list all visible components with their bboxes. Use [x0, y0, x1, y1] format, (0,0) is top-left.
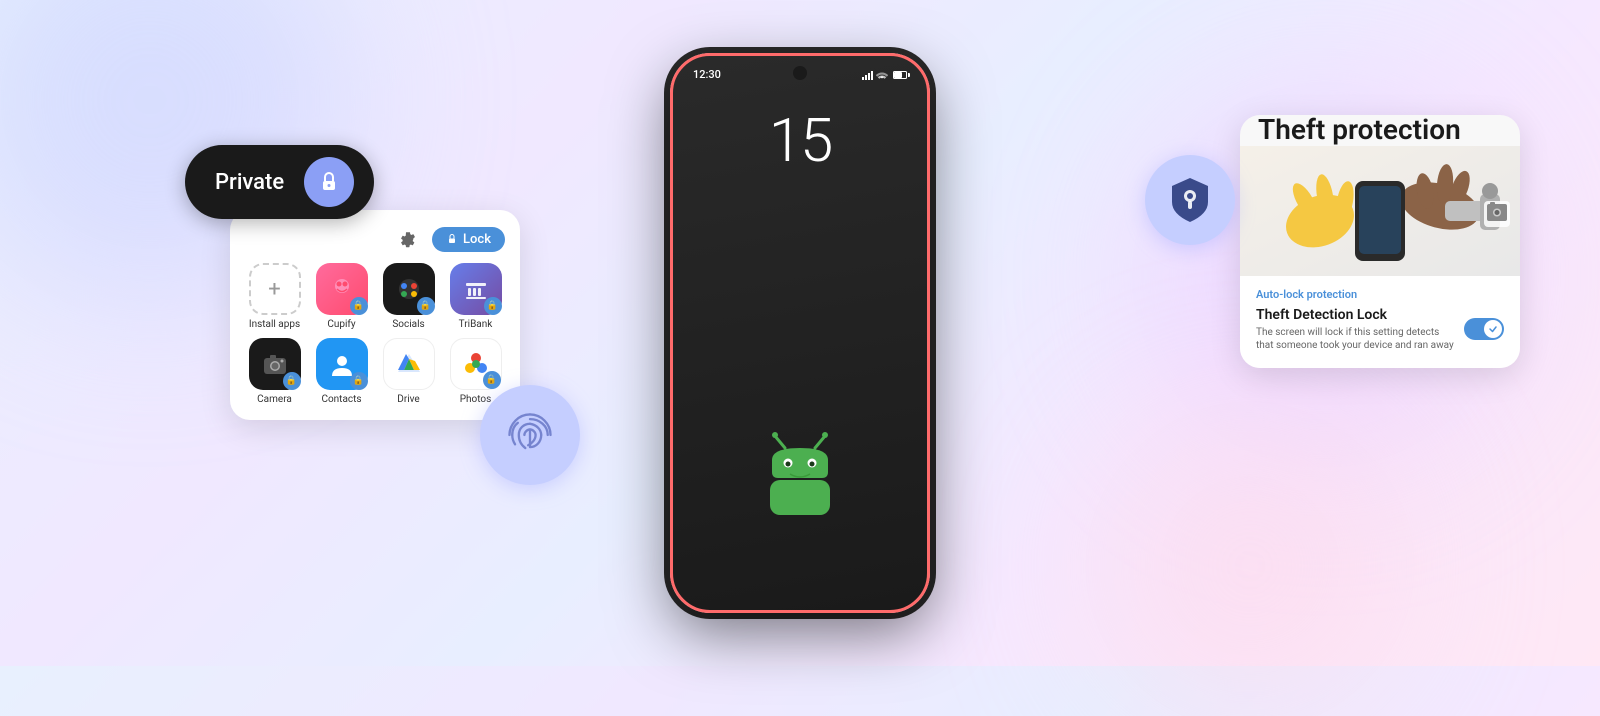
battery-icon: [893, 71, 907, 79]
security-badge: 🔒: [350, 372, 368, 390]
camera-icon: [261, 350, 289, 378]
tribank-icon-wrap: 🔒: [450, 263, 502, 315]
private-label: Private: [215, 170, 284, 195]
security-badge: 🔒: [283, 372, 301, 390]
detection-lock-title: Theft Detection Lock: [1256, 307, 1454, 323]
private-toggle-pill[interactable]: Private: [185, 145, 374, 219]
app-grid-card: Lock + Install apps 🔒 Cupify: [230, 210, 520, 420]
plus-icon: +: [268, 277, 280, 302]
list-item[interactable]: 🔒 Contacts: [312, 338, 371, 405]
security-badge: 🔒: [417, 297, 435, 315]
check-icon: [1488, 324, 1498, 334]
fingerprint-icon: [502, 407, 558, 463]
theft-protection-card: Theft protection: [1240, 115, 1520, 368]
phone-icons: [862, 70, 907, 80]
camera-icon-wrap: 🔒: [249, 338, 301, 390]
auto-lock-label: Auto-lock protection: [1256, 288, 1504, 301]
contacts-icon-wrap: 🔒: [316, 338, 368, 390]
list-item[interactable]: 🔒 Camera: [245, 338, 304, 405]
android-logo: [750, 430, 850, 510]
list-item[interactable]: 🔒 Socials: [379, 263, 438, 330]
signal-icon: [862, 70, 873, 80]
install-apps-icon: +: [249, 263, 301, 315]
app-label: Cupify: [327, 319, 355, 330]
gear-icon: [399, 230, 417, 248]
phone-body: 12:30 1: [670, 53, 930, 613]
app-label: Socials: [392, 319, 424, 330]
list-item[interactable]: 🔒 TriBank: [446, 263, 505, 330]
lock-button[interactable]: Lock: [432, 227, 505, 252]
theft-card-title: Theft protection: [1240, 115, 1520, 146]
detection-lock-info: Theft Detection Lock The screen will loc…: [1256, 307, 1454, 352]
phone-notch: [793, 66, 807, 80]
phone-date: 15: [769, 111, 832, 171]
app-grid-header: Lock: [245, 225, 505, 253]
theft-card-bottom: Auto-lock protection Theft Detection Loc…: [1240, 276, 1520, 368]
security-badge: 🔒: [484, 297, 502, 315]
theft-scene-svg: [1240, 146, 1520, 276]
list-item[interactable]: Drive: [379, 338, 438, 405]
phone-time: 12:30: [693, 68, 721, 81]
photos-icon-wrap: 🔒: [450, 338, 502, 390]
shield-bubble: [1145, 155, 1235, 245]
theft-detection-toggle[interactable]: [1464, 318, 1504, 340]
lock-small-icon: [446, 233, 458, 245]
app-label: Contacts: [321, 394, 361, 405]
theft-illustration: [1240, 146, 1520, 276]
fingerprint-bubble: [480, 385, 580, 485]
list-item[interactable]: + Install apps: [245, 263, 304, 330]
socials-icon-wrap: 🔒: [383, 263, 435, 315]
app-label: Photos: [460, 394, 492, 405]
tribank-icon: [462, 275, 490, 303]
wifi-icon: [876, 70, 888, 80]
list-item[interactable]: 🔒 Photos: [446, 338, 505, 405]
lock-icon: [317, 170, 341, 194]
security-badge: 🔒: [350, 297, 368, 315]
security-badge: 🔒: [483, 371, 501, 389]
drive-icon-wrap: [383, 338, 435, 390]
shield-key-icon: [1164, 174, 1216, 226]
contacts-icon: [328, 350, 356, 378]
app-label: Camera: [257, 394, 292, 405]
app-label: Install apps: [249, 319, 300, 330]
toggle-knob: [1484, 320, 1502, 338]
lock-circle: [304, 157, 354, 207]
cupify-icon-wrap: 🔒: [316, 263, 368, 315]
gear-button[interactable]: [394, 225, 422, 253]
drive-icon: [395, 350, 423, 378]
detection-lock-row: Theft Detection Lock The screen will loc…: [1256, 307, 1504, 352]
app-grid: + Install apps 🔒 Cupify: [245, 263, 505, 405]
background-blob-3: [1100, 416, 1400, 716]
phone: 12:30 1: [670, 53, 930, 613]
private-space-card: Private: [185, 145, 374, 219]
lock-btn-label: Lock: [463, 232, 491, 247]
detection-lock-desc: The screen will lock if this setting det…: [1256, 326, 1454, 352]
app-label: TriBank: [459, 319, 493, 330]
app-label: Drive: [397, 394, 419, 405]
list-item[interactable]: 🔒 Cupify: [312, 263, 371, 330]
